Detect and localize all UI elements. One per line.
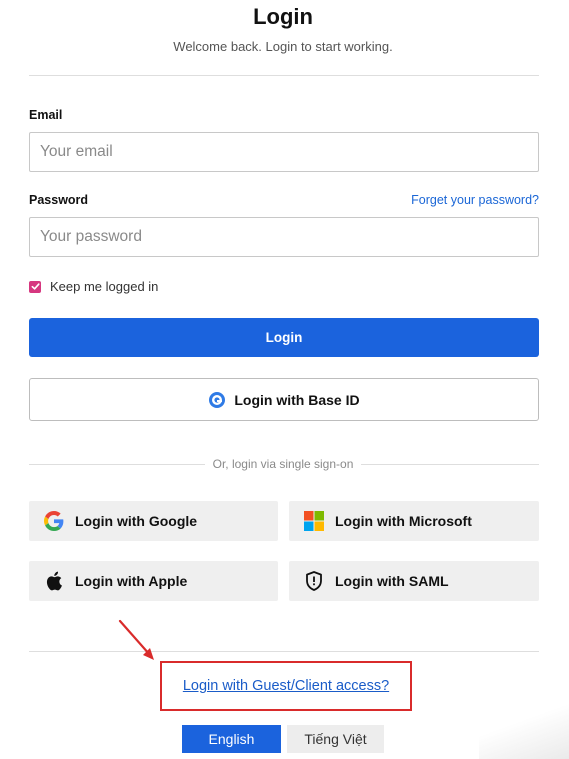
- google-login-button[interactable]: Login with Google: [29, 501, 278, 541]
- remember-me-checkbox[interactable]: [29, 280, 41, 293]
- language-english-button[interactable]: English: [182, 725, 281, 753]
- google-icon: [43, 510, 65, 532]
- guest-divider: [29, 651, 539, 652]
- base-id-button[interactable]: Login with Base ID: [29, 378, 539, 421]
- remember-me-row[interactable]: Keep me logged in: [29, 279, 158, 294]
- saml-login-button[interactable]: Login with SAML: [289, 561, 539, 601]
- header-divider: [29, 75, 539, 76]
- microsoft-login-button[interactable]: Login with Microsoft: [289, 501, 539, 541]
- apple-login-button[interactable]: Login with Apple: [29, 561, 278, 601]
- corner-shadow: [479, 699, 569, 759]
- apple-login-label: Login with Apple: [75, 573, 188, 589]
- password-input[interactable]: [29, 217, 539, 257]
- saml-login-label: Login with SAML: [335, 573, 449, 589]
- login-button[interactable]: Login: [29, 318, 539, 357]
- page-subtitle: Welcome back. Login to start working.: [173, 39, 393, 54]
- guest-access-link[interactable]: Login with Guest/Client access?: [183, 678, 389, 694]
- microsoft-login-label: Login with Microsoft: [335, 513, 472, 529]
- sso-divider-text: Or, login via single sign-on: [204, 457, 362, 471]
- language-vietnamese-button[interactable]: Tiếng Việt: [287, 725, 384, 753]
- page-title: Login: [253, 4, 313, 29]
- email-label: Email: [29, 108, 63, 122]
- apple-icon: [43, 570, 65, 592]
- annotation-arrow-icon: [118, 619, 154, 660]
- base-id-label: Login with Base ID: [234, 391, 360, 408]
- remember-me-label: Keep me logged in: [50, 279, 159, 294]
- google-login-label: Login with Google: [75, 513, 198, 529]
- checkmark-icon: [31, 283, 40, 290]
- forgot-password-link[interactable]: Forget your password?: [411, 193, 539, 207]
- password-label: Password: [29, 193, 89, 207]
- shield-icon: [303, 570, 325, 592]
- base-id-icon: [208, 391, 226, 409]
- email-input[interactable]: [29, 132, 539, 172]
- microsoft-icon: [303, 510, 325, 532]
